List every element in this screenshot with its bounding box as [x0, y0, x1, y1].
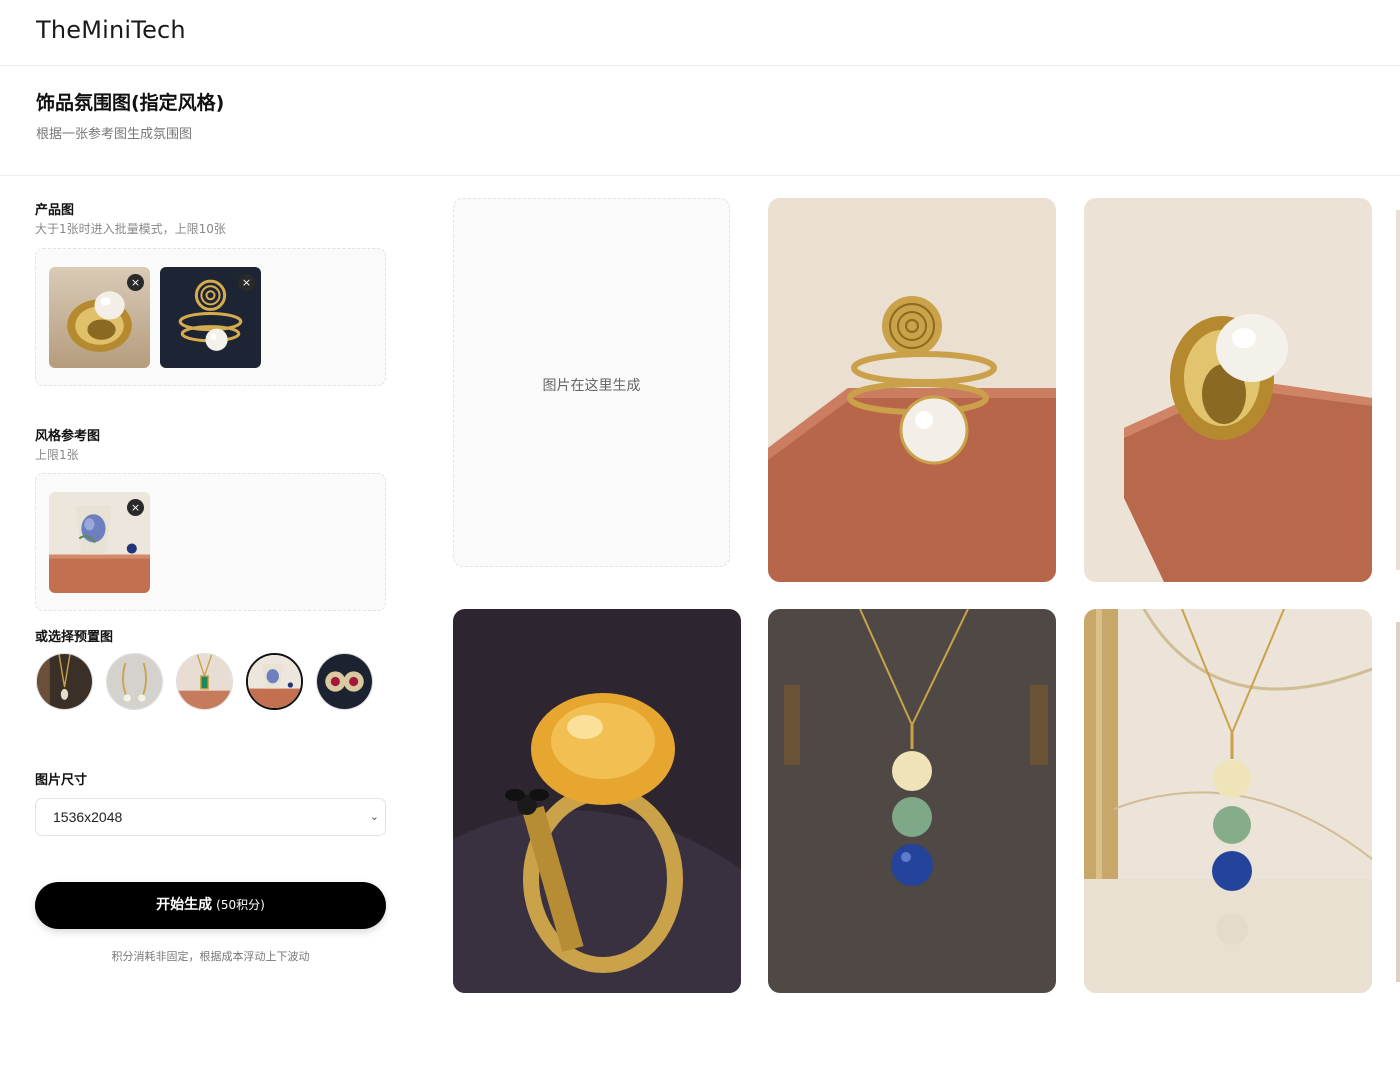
style-section-hint: 上限1张 — [35, 448, 79, 462]
remove-product-image-button[interactable]: × — [127, 274, 144, 291]
remove-product-image-button[interactable]: × — [238, 274, 255, 291]
page-header: 饰品氛围图(指定风格) 根据一张参考图生成氛围图 — [36, 88, 224, 142]
result-image-peek — [1396, 210, 1400, 570]
product-upload-area[interactable]: × × — [35, 248, 386, 386]
brand-logo[interactable]: TheMiniTech — [36, 16, 186, 44]
product-thumb-spiral-pearl-ring[interactable]: × — [160, 267, 261, 368]
credits-note: 积分消耗非固定，根据成本浮动上下波动 — [111, 950, 310, 963]
result-image-peek — [1396, 622, 1400, 982]
preset-ruby-earrings[interactable] — [316, 653, 373, 710]
preset-emerald-pendant[interactable] — [176, 653, 233, 710]
product-thumb-gold-pearl-ring[interactable]: × — [49, 267, 150, 368]
output-placeholder-text: 图片在这里生成 — [542, 378, 641, 394]
result-image-pearl-ring[interactable] — [1084, 198, 1372, 582]
page-title: 饰品氛围图(指定风格) — [36, 92, 225, 114]
size-select-value: 1536x2048 — [53, 809, 123, 825]
result-image-pendant-marble[interactable] — [1084, 609, 1372, 993]
result-image-citrine-ring[interactable] — [453, 609, 741, 993]
style-section-label: 风格参考图 — [35, 429, 101, 444]
output-placeholder: 图片在这里生成 — [453, 198, 730, 567]
preset-vase-on-brick[interactable] — [246, 653, 303, 710]
preset-earrings-light[interactable] — [106, 653, 163, 710]
preset-pendant-dark[interactable] — [36, 653, 93, 710]
style-thumb-vase[interactable]: × — [49, 492, 150, 593]
chevron-down-icon: ⌄ — [369, 811, 379, 823]
remove-style-image-button[interactable]: × — [127, 499, 144, 516]
product-section-hint: 大于1张时进入批量模式，上限10张 — [35, 222, 226, 236]
result-image-pendant-dark[interactable] — [768, 609, 1056, 993]
product-section-label: 产品图 — [35, 203, 75, 218]
header-divider — [0, 175, 1400, 176]
preset-section-label: 或选择预置图 — [35, 630, 114, 645]
style-upload-area[interactable]: × — [35, 473, 386, 611]
generate-button[interactable]: 开始生成 (50积分) — [35, 882, 386, 929]
top-bar: TheMiniTech — [0, 0, 1400, 66]
result-image-spiral-ring[interactable] — [768, 198, 1056, 582]
size-section-label: 图片尺寸 — [35, 773, 88, 788]
size-select[interactable]: 1536x2048 ⌄ — [35, 798, 386, 836]
generate-button-label: 开始生成 — [156, 897, 213, 913]
generate-cost: (50积分) — [216, 898, 265, 912]
preset-list — [36, 653, 386, 711]
page-subtitle: 根据一张参考图生成氛围图 — [36, 127, 193, 142]
